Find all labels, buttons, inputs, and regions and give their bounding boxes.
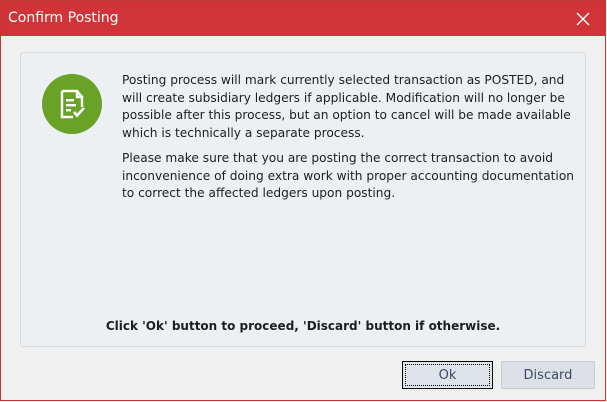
document-check-icon bbox=[42, 74, 102, 134]
instruction-text: Click 'Ok' button to proceed, 'Discard' … bbox=[105, 319, 501, 333]
discard-button[interactable]: Discard bbox=[501, 361, 595, 389]
message-panel: Posting process will mark currently sele… bbox=[20, 52, 586, 347]
close-icon bbox=[576, 12, 590, 25]
dialog-title: Confirm Posting bbox=[8, 10, 119, 26]
message-paragraph: Posting process will mark currently sele… bbox=[122, 73, 571, 140]
title-bar: Confirm Posting bbox=[1, 1, 605, 36]
message-text: Posting process will mark currently sele… bbox=[122, 72, 582, 211]
close-button[interactable] bbox=[561, 1, 605, 36]
ok-button[interactable]: Ok bbox=[402, 361, 493, 389]
message-paragraph: Please make sure that you are posting th… bbox=[122, 151, 575, 200]
confirm-posting-dialog: Confirm Posting Posting process will mar… bbox=[0, 0, 606, 401]
